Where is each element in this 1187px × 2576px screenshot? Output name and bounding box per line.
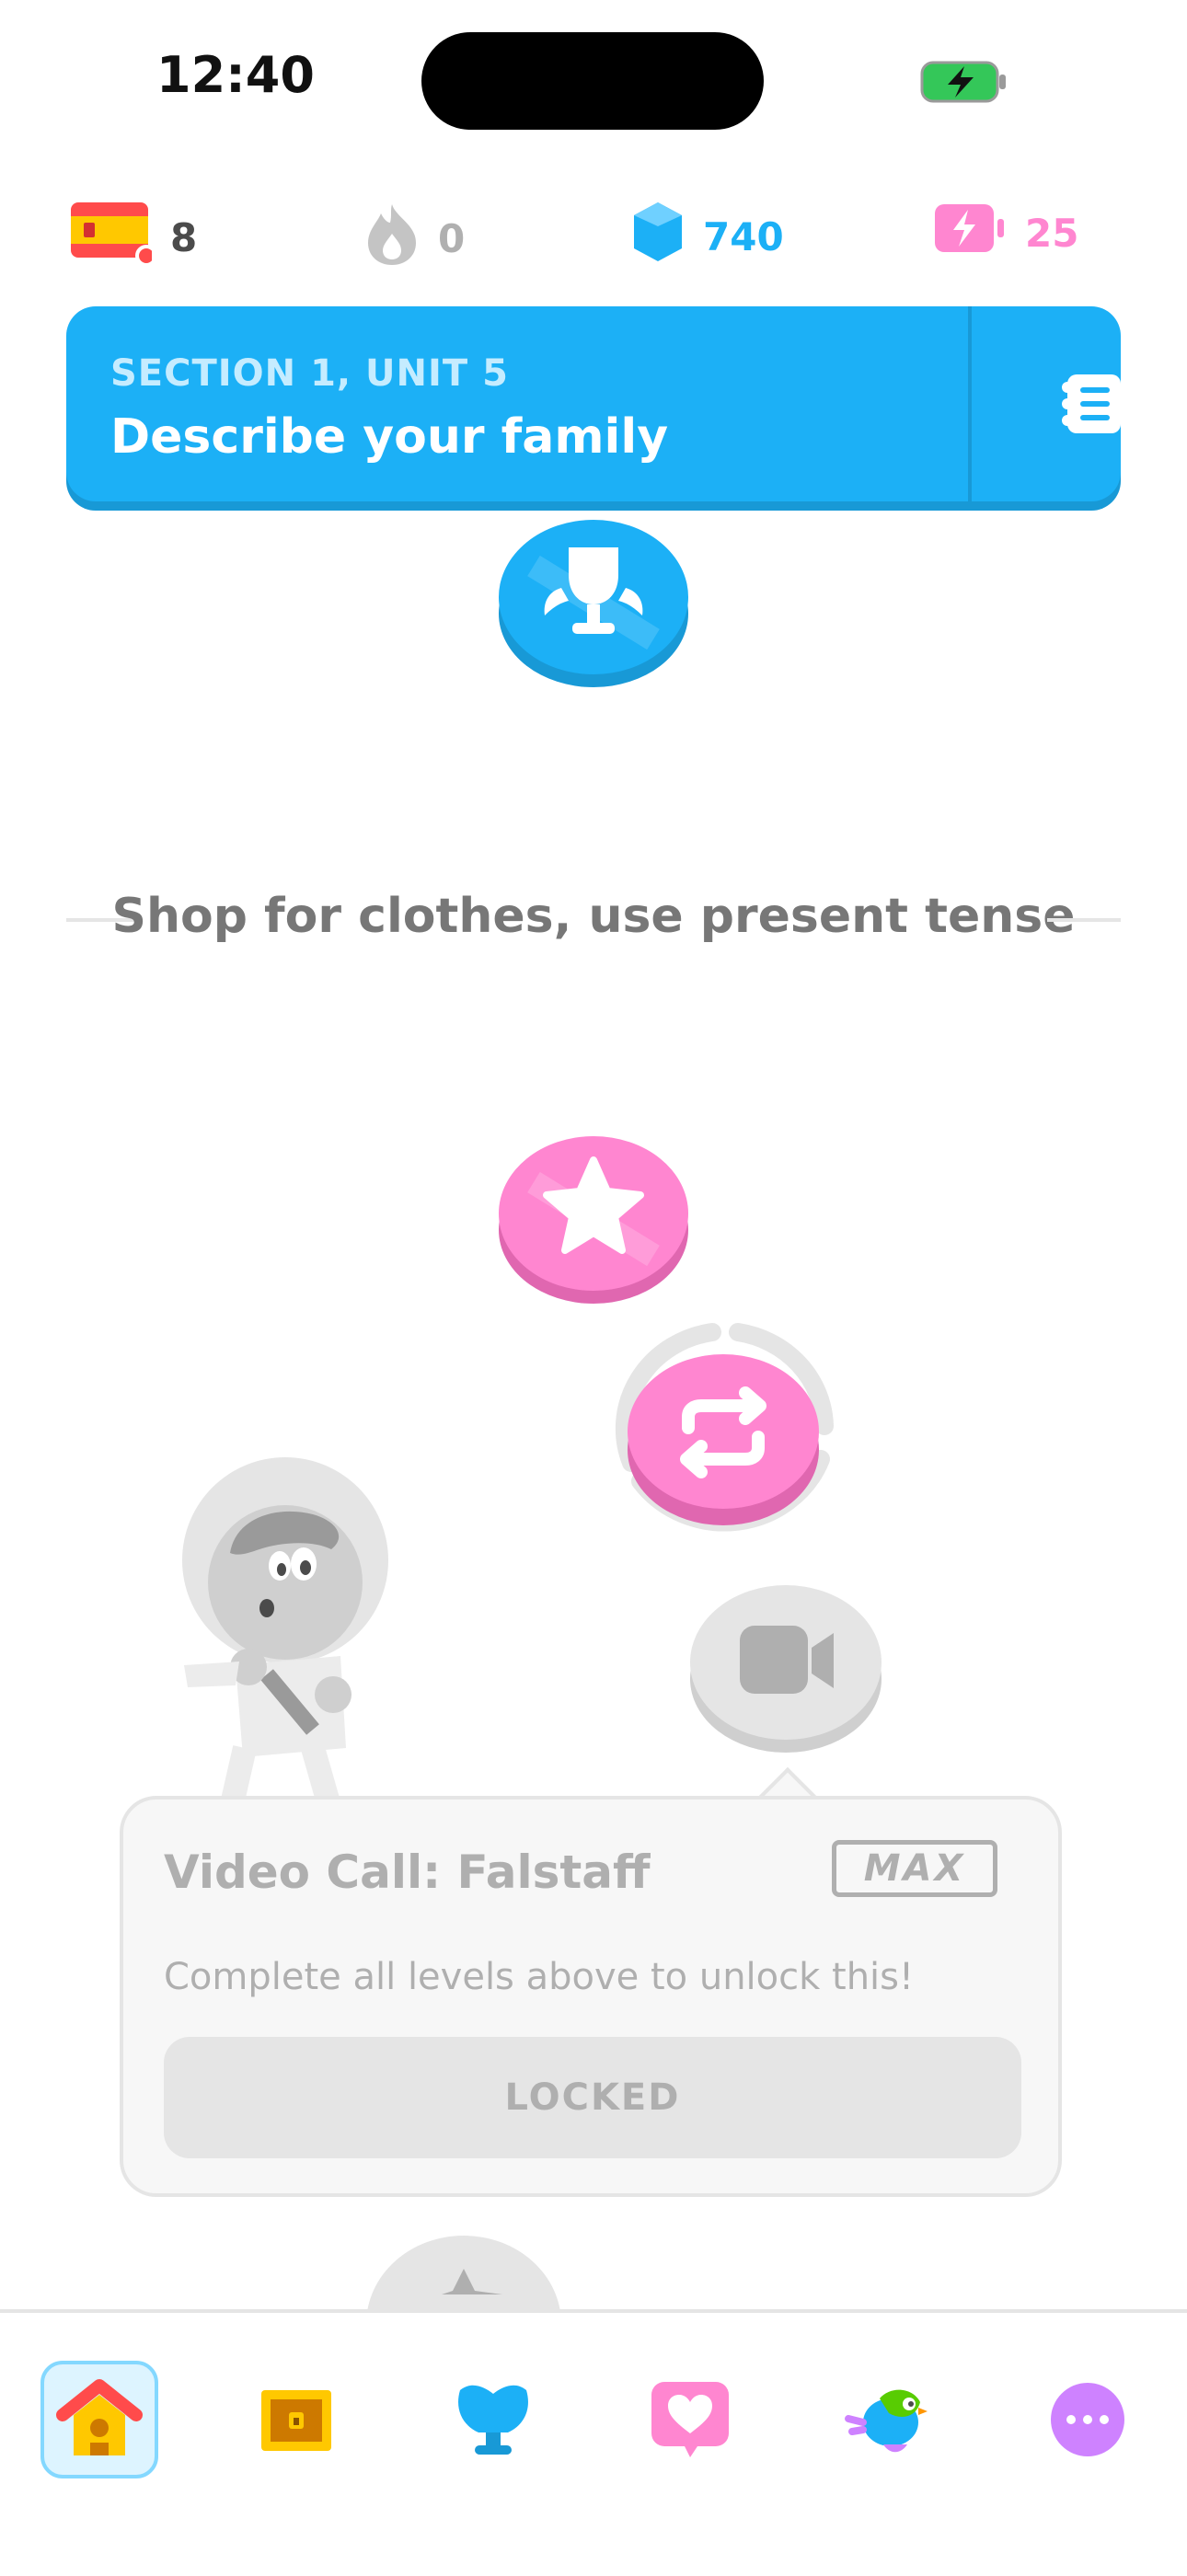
league-icon [458,2385,528,2455]
battery-icon [920,61,1008,107]
gems-count: 740 [703,213,784,259]
nav-leagues[interactable] [434,2361,552,2478]
course-selector[interactable]: 8 [69,201,197,274]
locked-popup: Video Call: Falstaff MAX Complete all le… [120,1796,1062,2197]
dynamic-island [421,32,764,130]
section-title: Shop for clothes, use present tense [111,889,1076,944]
unit-banner[interactable]: SECTION 1, UNIT 5 Describe your family [66,306,1121,501]
nav-more[interactable] [1029,2361,1147,2478]
home-icon [56,2379,143,2455]
unit-trophy-node[interactable] [497,511,690,689]
flame-icon [364,201,420,276]
nav-home[interactable] [40,2361,158,2478]
streak-counter[interactable]: 0 [364,201,465,276]
treasure-chest-icon [261,2390,331,2451]
unit-title: Describe your family [110,409,669,465]
star-lesson-node[interactable] [497,1127,690,1305]
section-label: SECTION 1, UNIT 5 [110,352,509,395]
bottom-nav [0,2309,1187,2576]
popup-title: Video Call: Falstaff [164,1846,651,1899]
streak-count: 0 [438,215,466,261]
video-call-node[interactable] [688,1574,883,1754]
practice-node[interactable] [604,1316,847,1542]
gems-counter[interactable]: 740 [631,201,784,272]
gem-icon [631,201,685,272]
spain-flag-icon [69,201,157,274]
nav-friends[interactable] [631,2361,749,2478]
trophy-icon [569,547,618,604]
nav-duo[interactable] [828,2361,946,2478]
nav-chest[interactable] [237,2361,355,2478]
courses-count: 8 [170,214,198,260]
max-badge: MAX [832,1840,997,1897]
heart-friends-icon [651,2382,729,2457]
guidebook-icon[interactable] [1056,371,1124,437]
character-illustration [175,1454,414,1816]
duo-bird-icon [845,2389,928,2453]
energy-battery-icon [933,201,1007,265]
more-icon [1051,2383,1124,2456]
divider-line-right [1047,918,1121,922]
energy-count: 25 [1025,210,1079,256]
status-time: 12:40 [156,46,315,104]
locked-button[interactable]: LOCKED [164,2037,1021,2158]
banner-divider [968,306,972,501]
popup-description: Complete all levels above to unlock this… [164,1956,915,1998]
energy-counter[interactable]: 25 [933,201,1078,265]
